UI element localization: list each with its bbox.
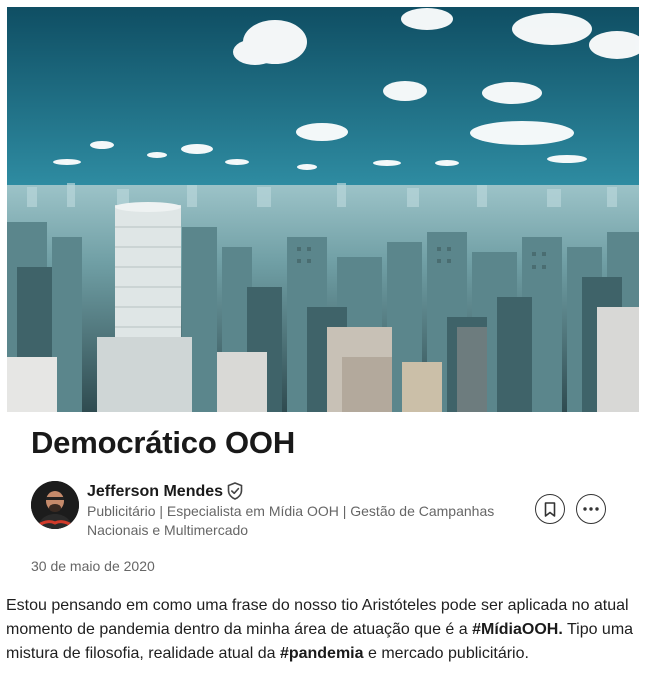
article-body: Estou pensando em como uma frase do noss… [6, 594, 636, 666]
more-options-button[interactable] [576, 494, 606, 524]
shield-check-icon [227, 482, 243, 500]
author-row: Jefferson Mendes Publicitário | Especial… [31, 481, 611, 541]
avatar[interactable] [31, 481, 79, 529]
hero-image [7, 7, 639, 412]
author-name[interactable]: Jefferson Mendes [87, 483, 223, 501]
city-skyline-photo [7, 7, 639, 412]
author-headline: Publicitário | Especialista em Mídia OOH… [87, 503, 495, 538]
avatar-photo-icon [31, 481, 79, 529]
hashtag-link[interactable]: #pandemia [280, 645, 364, 662]
ellipsis-icon [583, 507, 599, 511]
hashtag-link[interactable]: #MídiaOOH. [472, 621, 563, 638]
body-text-segment: e mercado publicitário. [363, 645, 529, 662]
bookmark-icon [544, 501, 556, 517]
save-button[interactable] [535, 494, 565, 524]
publish-date: 30 de maio de 2020 [31, 558, 155, 574]
article-title: Democrático OOH [31, 425, 296, 460]
